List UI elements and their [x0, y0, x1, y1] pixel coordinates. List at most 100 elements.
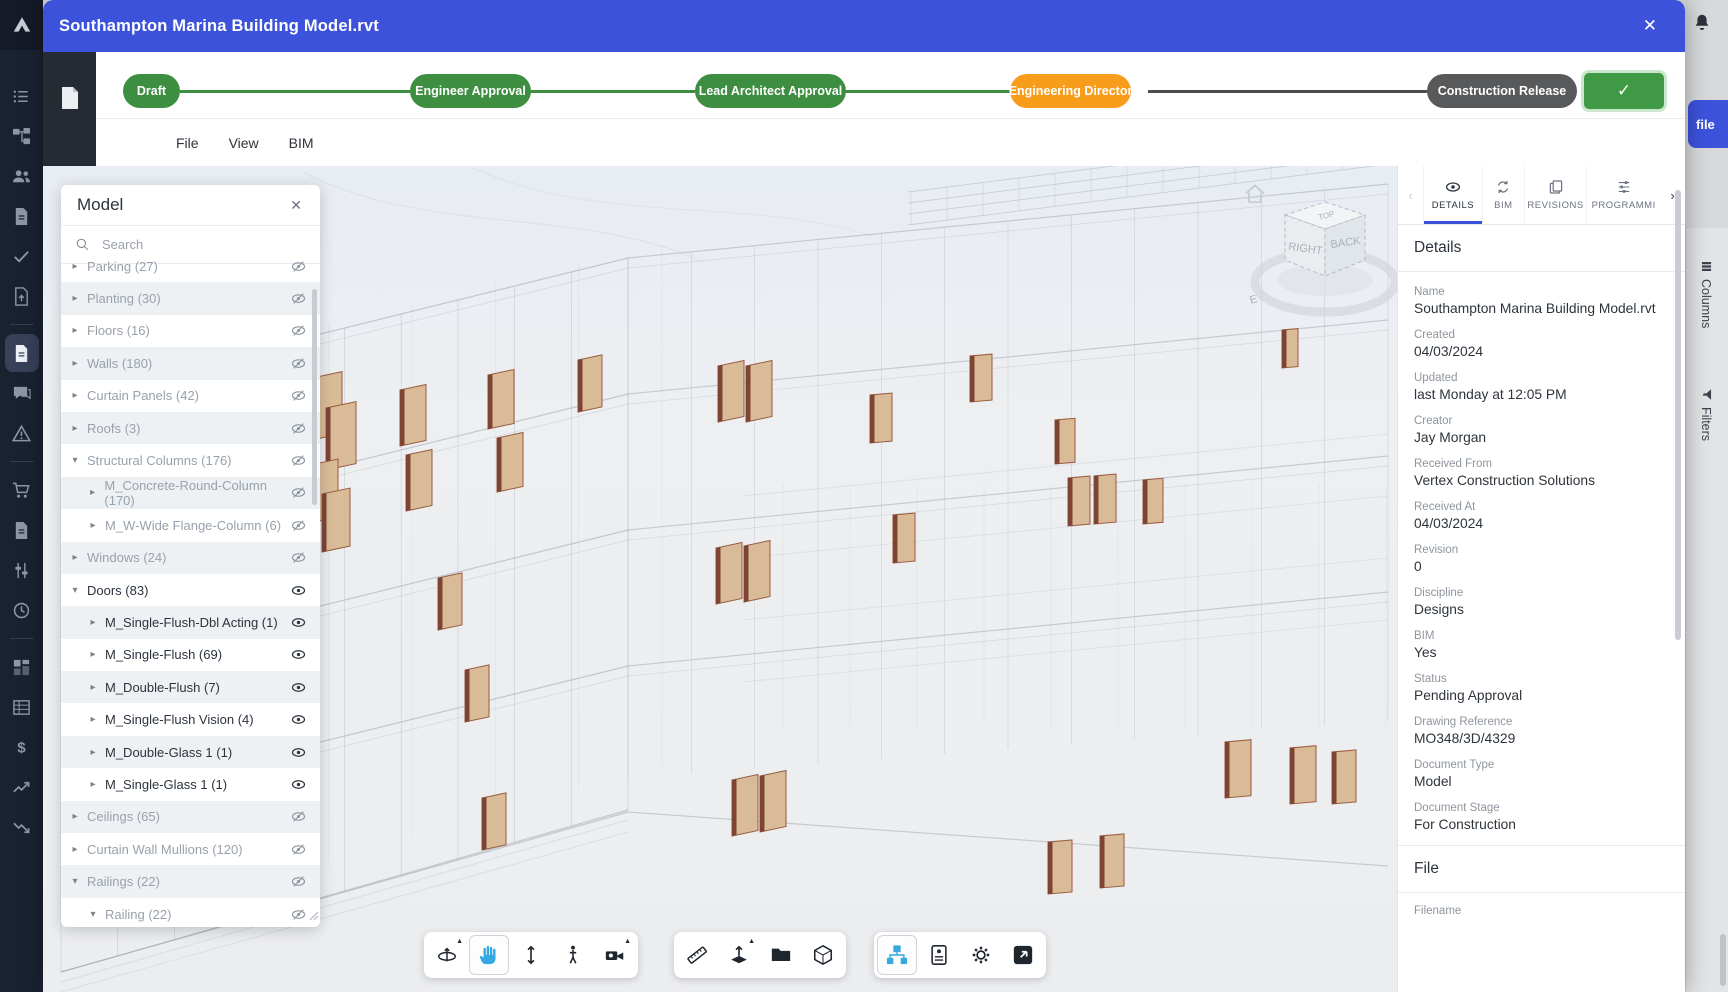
- model-panel-scrollbar[interactable]: [312, 289, 317, 505]
- visibility-off-button[interactable]: [291, 421, 306, 436]
- chevron-right-icon[interactable]: ▸: [69, 390, 81, 401]
- tool-settings-button[interactable]: [961, 935, 1001, 975]
- notifications-bell-icon[interactable]: [1691, 12, 1713, 39]
- chevron-right-icon[interactable]: ▸: [69, 293, 81, 304]
- tree-item[interactable]: ▸Roofs (3): [61, 412, 320, 444]
- sidebar-item-adjust[interactable]: [5, 551, 39, 589]
- tab-bim[interactable]: BIM: [1482, 166, 1524, 224]
- visibility-off-button[interactable]: [291, 356, 306, 371]
- tree-item[interactable]: ▾Railing (22): [61, 898, 320, 927]
- chevron-right-icon[interactable]: ▸: [69, 811, 81, 822]
- visibility-off-button[interactable]: [291, 874, 306, 889]
- chevron-right-icon[interactable]: ▸: [87, 779, 99, 790]
- chevron-right-icon[interactable]: ▸: [69, 844, 81, 855]
- tree-item[interactable]: ▸Ceilings (65): [61, 801, 320, 833]
- tab-programmi[interactable]: PROGRAMMI: [1586, 166, 1660, 224]
- chevron-right-icon[interactable]: ▸: [87, 714, 99, 725]
- tree-item[interactable]: ▸M_Single-Flush Vision (4): [61, 703, 320, 735]
- chevron-right-icon[interactable]: ▸: [87, 487, 98, 498]
- visibility-off-button[interactable]: [291, 842, 306, 857]
- chevron-right-icon[interactable]: ▸: [87, 682, 99, 693]
- panel-resize-handle[interactable]: [308, 907, 318, 925]
- chevron-down-icon[interactable]: ▾: [87, 909, 99, 920]
- sidebar-item-team[interactable]: [5, 157, 39, 195]
- chevron-down-icon[interactable]: ▾: [69, 455, 81, 466]
- visibility-off-button[interactable]: [291, 259, 306, 274]
- visibility-off-button[interactable]: [291, 291, 306, 306]
- chevron-right-icon[interactable]: ▸: [87, 520, 99, 531]
- tab-details[interactable]: DETAILS: [1423, 166, 1482, 224]
- tree-item[interactable]: ▾Structural Columns (176): [61, 444, 320, 476]
- sidebar-item-list[interactable]: [5, 77, 39, 115]
- tool-zoom-vertical-button[interactable]: [511, 935, 551, 975]
- visibility-off-button[interactable]: [291, 809, 306, 824]
- approve-stage-button[interactable]: ✓: [1584, 73, 1664, 109]
- tree-item[interactable]: ▸M_Single-Flush-Dbl Acting (1): [61, 606, 320, 638]
- sidebar-item-trend-down[interactable]: [5, 808, 39, 846]
- chevron-right-icon[interactable]: ▸: [69, 325, 81, 336]
- visibility-on-button[interactable]: [291, 615, 306, 630]
- sidebar-item-document[interactable]: [5, 197, 39, 235]
- chevron-right-icon[interactable]: ▸: [69, 261, 81, 272]
- sidebar-item-chat[interactable]: [5, 374, 39, 412]
- tree-item[interactable]: ▸M_Double-Flush (7): [61, 671, 320, 703]
- workflow-stage-0[interactable]: Draft: [123, 74, 180, 108]
- sidebar-item-dashboard[interactable]: [5, 648, 39, 686]
- sidebar-item-history[interactable]: [5, 591, 39, 629]
- tree-item[interactable]: ▾Railings (22): [61, 865, 320, 897]
- tree-item[interactable]: ▸Walls (180): [61, 347, 320, 379]
- tree-item[interactable]: ▸M_Double-Glass 1 (1): [61, 736, 320, 768]
- view-cube[interactable]: RIGHT BACK TOP E N: [1213, 172, 1397, 332]
- tool-walk-button[interactable]: [553, 935, 593, 975]
- sidebar-item-warning[interactable]: [5, 414, 39, 452]
- tool-pan-button[interactable]: [469, 935, 509, 975]
- visibility-off-button[interactable]: [291, 485, 306, 500]
- tree-item[interactable]: ▾Doors (83): [61, 574, 320, 606]
- chevron-right-icon[interactable]: ▸: [69, 552, 81, 563]
- columns-toggle[interactable]: Columns: [1699, 260, 1713, 328]
- tree-item[interactable]: ▸Curtain Wall Mullions (120): [61, 833, 320, 865]
- tree-item[interactable]: ▸M_W-Wide Flange-Column (6): [61, 509, 320, 541]
- tool-model-tree-button[interactable]: [877, 935, 917, 975]
- menu-item-view[interactable]: View: [229, 135, 259, 151]
- visibility-on-button[interactable]: [291, 680, 306, 695]
- tree-item[interactable]: ▸Planting (30): [61, 282, 320, 314]
- tree-item[interactable]: ▸M_Concrete-Round-Column (170): [61, 477, 320, 509]
- tree-item[interactable]: ▸M_Single-Glass 1 (1): [61, 768, 320, 800]
- sidebar-item-document-alt[interactable]: [5, 511, 39, 549]
- sidebar-item-dollar[interactable]: $: [5, 728, 39, 766]
- workflow-stage-2[interactable]: Lead Architect Approval: [695, 74, 846, 108]
- app-logo-icon[interactable]: [0, 0, 43, 50]
- visibility-on-button[interactable]: [291, 777, 306, 792]
- menu-item-bim[interactable]: BIM: [289, 135, 314, 151]
- tool-orbit-button[interactable]: ▲: [427, 935, 467, 975]
- details-panel-scrollbar[interactable]: [1675, 190, 1681, 640]
- tree-item[interactable]: ▸Curtain Panels (42): [61, 380, 320, 412]
- filters-toggle[interactable]: Filters: [1699, 388, 1713, 441]
- visibility-off-button[interactable]: [291, 323, 306, 338]
- tool-properties-button[interactable]: [919, 935, 959, 975]
- tabs-scroll-left-button[interactable]: ‹: [1398, 166, 1423, 224]
- tree-item[interactable]: ▸Windows (24): [61, 542, 320, 574]
- tool-explode-button[interactable]: ▲: [719, 935, 759, 975]
- chevron-right-icon[interactable]: ▸: [69, 358, 81, 369]
- background-scrollbar[interactable]: [1720, 934, 1726, 986]
- chevron-right-icon[interactable]: ▸: [87, 747, 99, 758]
- tabs-scroll-right-button[interactable]: ›: [1660, 166, 1685, 224]
- chevron-right-icon[interactable]: ▸: [87, 649, 99, 660]
- tool-camera-button[interactable]: ▲: [595, 935, 635, 975]
- document-tab[interactable]: [43, 52, 96, 166]
- sidebar-item-file-upload[interactable]: [5, 277, 39, 315]
- model-panel-close-button[interactable]: ✕: [284, 196, 308, 215]
- tool-model-box-button[interactable]: [803, 935, 843, 975]
- chevron-down-icon[interactable]: ▾: [69, 876, 81, 887]
- visibility-off-button[interactable]: [291, 907, 306, 922]
- tool-fullscreen-button[interactable]: [1003, 935, 1043, 975]
- sidebar-item-table[interactable]: [5, 688, 39, 726]
- tool-measure-button[interactable]: [677, 935, 717, 975]
- close-modal-button[interactable]: ✕: [1637, 15, 1663, 37]
- workflow-stage-4[interactable]: Construction Release: [1427, 74, 1577, 108]
- sidebar-item-document-active[interactable]: [5, 334, 39, 372]
- visibility-on-button[interactable]: [291, 583, 306, 598]
- chevron-right-icon[interactable]: ▸: [87, 617, 99, 628]
